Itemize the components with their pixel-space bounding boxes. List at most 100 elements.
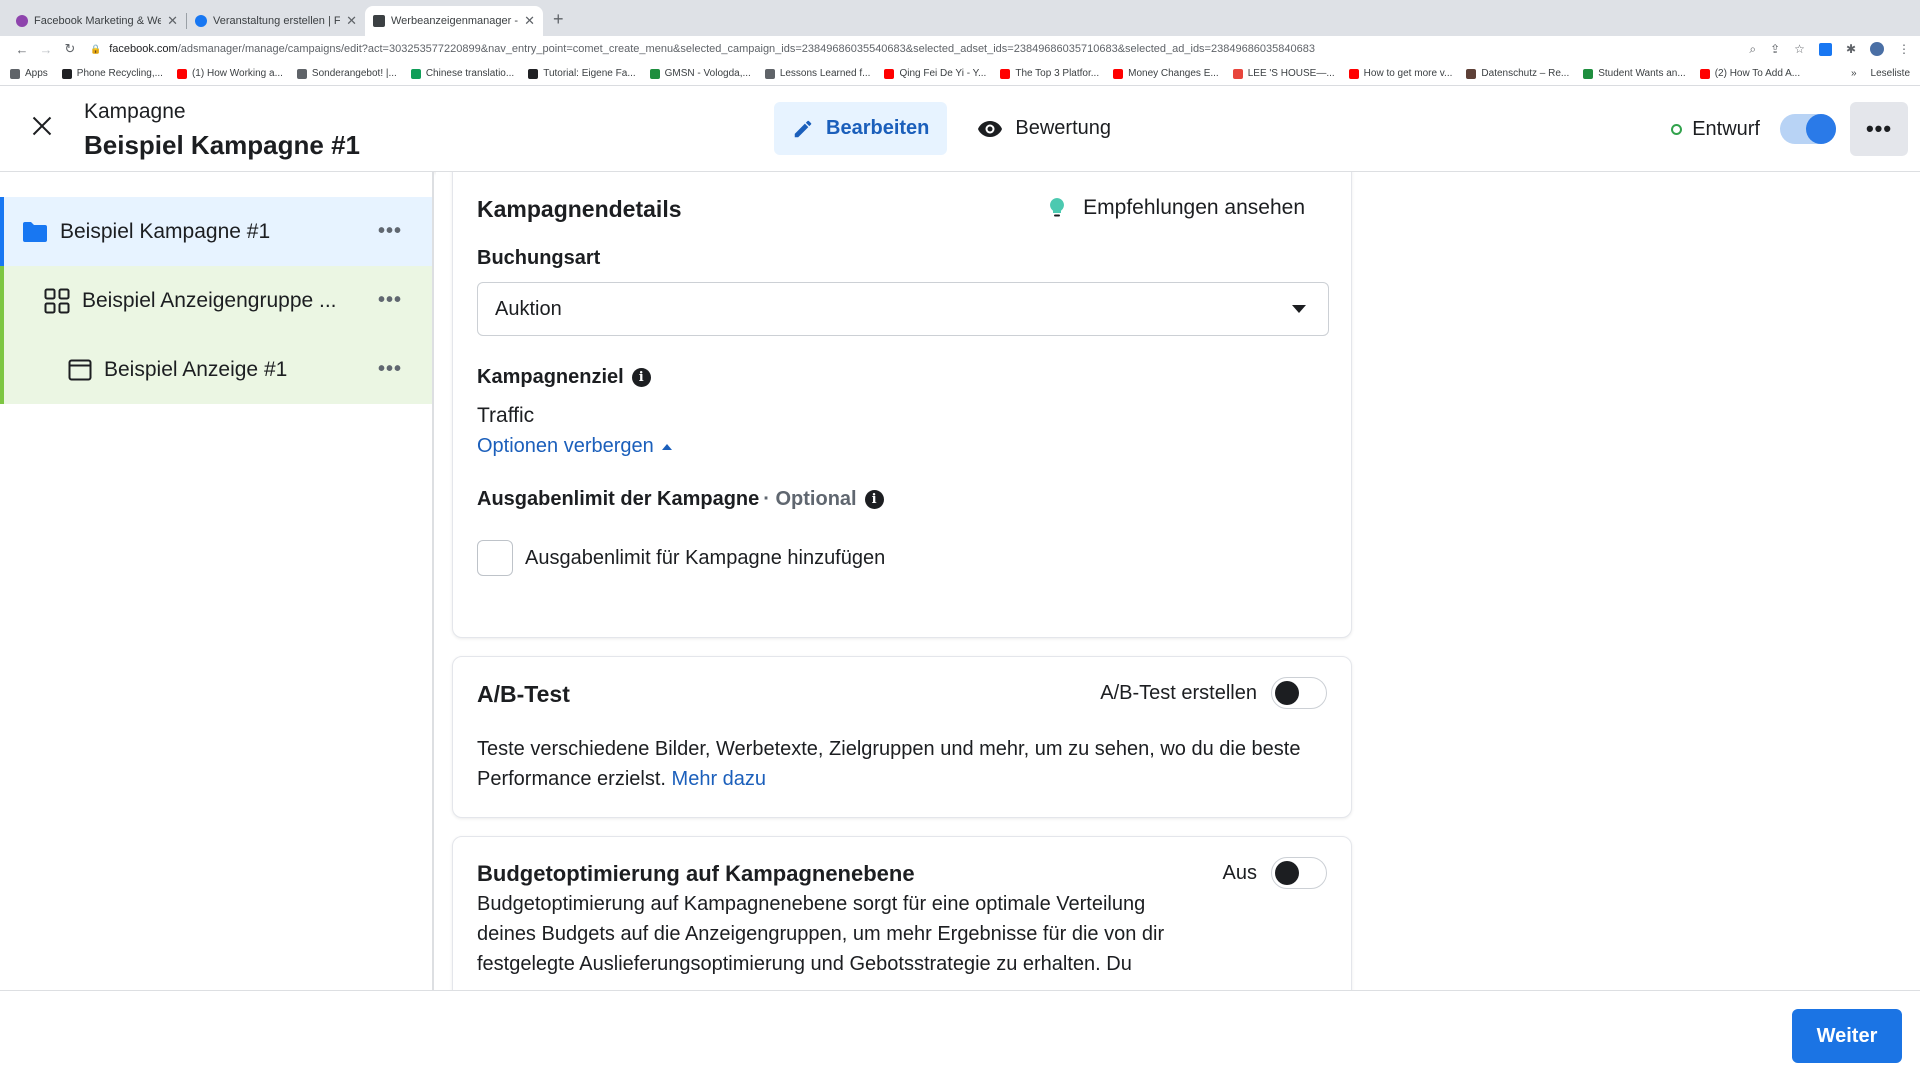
sidebar: Beispiel Kampagne #1 ••• Beispiel Anzeig…	[0, 172, 434, 990]
bookmark-favicon-icon	[1113, 68, 1124, 79]
facebook-extension-icon[interactable]	[1818, 42, 1832, 56]
bookmark-item[interactable]: Student Wants an...	[1583, 68, 1686, 79]
bookmark-item[interactable]: How to get more v...	[1348, 68, 1452, 79]
objective-value: Traffic	[477, 404, 535, 427]
sidebar-item-label: Beispiel Anzeige #1	[104, 357, 288, 381]
info-icon[interactable]: i	[864, 490, 884, 509]
bookmark-item[interactable]: Apps	[10, 68, 48, 79]
bookmark-item[interactable]: GMSN - Vologda,...	[649, 68, 751, 79]
bookmark-label: Phone Recycling,...	[76, 68, 163, 79]
tab-title: Veranstaltung erstellen | Faceb	[213, 15, 341, 27]
sidebar-item-adset[interactable]: Beispiel Anzeigengruppe ... •••	[0, 266, 432, 335]
forward-arrow-icon[interactable]: →	[34, 42, 58, 57]
bookmark-item[interactable]: Phone Recycling,...	[61, 68, 163, 79]
recommendations-label: Empfehlungen ansehen	[1083, 196, 1305, 219]
sidebar-item-campaign[interactable]: Beispiel Kampagne #1 •••	[0, 197, 432, 266]
buying-type-select[interactable]: Auktion	[477, 282, 1329, 336]
status-dot-icon	[1671, 123, 1683, 135]
lock-icon[interactable]: 🔒	[90, 44, 101, 55]
campaign-toggle[interactable]	[1780, 114, 1836, 144]
toggle-knob	[1275, 861, 1299, 885]
url-path: /adsmanager/manage/campaigns/edit?act=30…	[177, 43, 1315, 55]
hide-options-link[interactable]: Optionen verbergen	[477, 435, 672, 458]
learn-more-link[interactable]: Mehr dazu	[672, 768, 767, 790]
sidebar-item-label: Beispiel Anzeigengruppe ...	[82, 288, 337, 312]
budget-description-line: Budgetoptimierung auf Kampagnenebene sor…	[477, 893, 1146, 915]
toggle-knob	[1275, 681, 1299, 705]
bookmark-label: The Top 3 Platfor...	[1015, 68, 1100, 79]
recommendations-link[interactable]: Empfehlungen ansehen	[1049, 196, 1305, 220]
lightbulb-icon	[1049, 197, 1065, 219]
bookmark-favicon-icon	[528, 68, 539, 79]
main-content: Kampagnendetails Empfehlungen ansehen Bu…	[436, 172, 1920, 990]
bookmarks-right: » Leseliste	[1851, 68, 1910, 79]
browser-tab[interactable]: Veranstaltung erstellen | Faceb ✕	[187, 6, 365, 36]
bookmark-label: Qing Fei De Yi - Y...	[899, 68, 987, 79]
bookmark-item[interactable]: Tutorial: Eigene Fa...	[528, 68, 636, 79]
pencil-icon	[794, 120, 812, 137]
info-icon[interactable]: i	[631, 368, 651, 387]
tab-close-icon[interactable]: ✕	[524, 13, 535, 29]
browser-tab[interactable]: Facebook Marketing & Werbea ✕	[8, 6, 186, 36]
bookmark-label: Money Changes E...	[1128, 68, 1219, 79]
budget-optimization-toggle[interactable]	[1271, 857, 1327, 889]
bookmarks-overflow-icon[interactable]: »	[1851, 68, 1857, 79]
edit-button[interactable]: Bearbeiten	[774, 102, 948, 155]
extensions-puzzle-icon[interactable]: ✱	[1846, 42, 1856, 56]
grid-icon	[44, 288, 70, 314]
hide-options-label: Optionen verbergen	[477, 435, 654, 457]
bookmark-item[interactable]: LEE 'S HOUSE—...	[1232, 68, 1335, 79]
sidebar-item-more-icon[interactable]: •••	[378, 358, 402, 381]
browser-menu-icon[interactable]: ⋮	[1898, 42, 1910, 56]
bookmark-item[interactable]: The Top 3 Platfor...	[1000, 68, 1099, 79]
share-icon[interactable]: ⇪	[1770, 42, 1780, 56]
bookmark-favicon-icon	[1699, 68, 1710, 79]
close-icon[interactable]	[30, 114, 54, 138]
bookmark-label: Tutorial: Eigene Fa...	[543, 68, 636, 79]
tab-close-icon[interactable]: ✕	[167, 13, 178, 29]
budget-toggle-row: Aus	[1223, 857, 1327, 889]
sidebar-item-label: Beispiel Kampagne #1	[60, 219, 271, 243]
back-arrow-icon[interactable]: ←	[10, 42, 34, 57]
review-button[interactable]: Bewertung	[977, 117, 1111, 140]
bookmark-label: GMSN - Vologda,...	[664, 68, 751, 79]
bookmark-item[interactable]: Lessons Learned f...	[764, 68, 870, 79]
profile-avatar[interactable]	[1870, 42, 1884, 56]
sidebar-item-ad[interactable]: Beispiel Anzeige #1 •••	[0, 335, 432, 404]
bookmark-label: Chinese translatio...	[425, 68, 515, 79]
tab-favicon-icon	[16, 15, 28, 27]
bookmark-item[interactable]: (1) How Working a...	[176, 68, 283, 79]
dropdown-caret-icon	[1292, 305, 1306, 313]
card-title: Kampagnendetails	[477, 196, 682, 222]
zoom-icon[interactable]: ⌕	[1749, 42, 1756, 57]
edit-button-label: Bearbeiten	[826, 117, 930, 139]
tab-title: Facebook Marketing & Werbea	[34, 15, 162, 27]
browser-tab-active[interactable]: Werbeanzeigenmanager - Wer ✕	[365, 6, 543, 36]
bookmark-item[interactable]: Datenschutz – Re...	[1466, 68, 1569, 79]
star-icon[interactable]: ☆	[1794, 42, 1805, 56]
sidebar-item-more-icon[interactable]: •••	[378, 220, 402, 243]
bookmark-favicon-icon	[1000, 68, 1011, 79]
card-title: Budgetoptimierung auf Kampagnenebene	[477, 861, 915, 886]
bookmark-item[interactable]: (2) How To Add A...	[1699, 68, 1800, 79]
ab-test-description-line: Performance erzielst. Mehr dazu	[477, 764, 1300, 794]
bookmark-item[interactable]: Chinese translatio...	[410, 68, 515, 79]
new-tab-icon[interactable]: +	[553, 9, 564, 30]
spend-limit-checkbox[interactable]	[477, 540, 513, 576]
bookmark-item[interactable]: Money Changes E...	[1113, 68, 1219, 79]
bookmark-item[interactable]: Qing Fei De Yi - Y...	[884, 68, 986, 79]
url-field[interactable]: 🔒 facebook.com/adsmanager/manage/campaig…	[90, 43, 1749, 55]
sidebar-item-more-icon[interactable]: •••	[378, 289, 402, 312]
bookmark-favicon-icon	[410, 68, 421, 79]
tab-close-icon[interactable]: ✕	[346, 13, 357, 29]
campaign-details-card: Kampagnendetails Empfehlungen ansehen Bu…	[452, 172, 1352, 638]
optional-tag: · Optional	[763, 488, 857, 510]
more-options-button[interactable]: •••	[1850, 102, 1908, 156]
next-button[interactable]: Weiter	[1792, 1009, 1902, 1063]
reload-icon[interactable]: ↻	[58, 41, 82, 57]
ab-test-toggle[interactable]	[1271, 677, 1327, 709]
bookmark-item[interactable]: Sonderangebot! |...	[296, 68, 397, 79]
spend-limit-checkbox-row[interactable]: Ausgabenlimit für Kampagne hinzufügen	[477, 540, 885, 576]
reading-list-button[interactable]: Leseliste	[1871, 68, 1910, 79]
bookmark-favicon-icon	[61, 68, 72, 79]
